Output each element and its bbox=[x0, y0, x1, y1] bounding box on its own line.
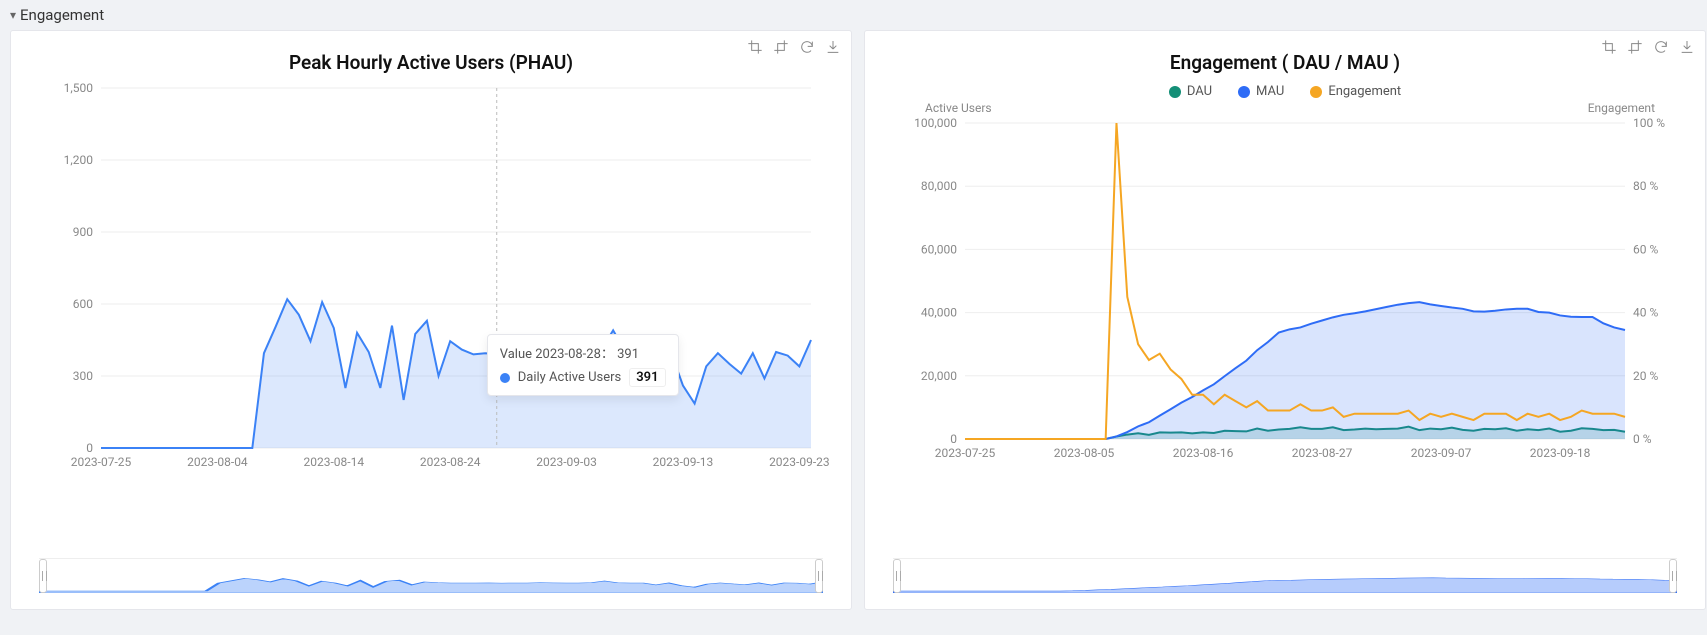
chart-legend: DAU MAU Engagement bbox=[865, 84, 1705, 99]
legend-dot-icon bbox=[1310, 86, 1322, 98]
legend-dot-icon bbox=[1169, 86, 1181, 98]
svg-text:2023-09-03: 2023-09-03 bbox=[536, 455, 597, 469]
svg-text:2023-08-14: 2023-08-14 bbox=[303, 455, 364, 469]
crop-icon[interactable] bbox=[747, 39, 763, 55]
svg-text:2023-08-27: 2023-08-27 bbox=[1292, 446, 1353, 460]
download-icon[interactable] bbox=[825, 39, 841, 55]
minimap-handle-right[interactable] bbox=[1669, 559, 1677, 593]
refresh-icon[interactable] bbox=[1653, 39, 1669, 55]
minimap-phau[interactable] bbox=[39, 558, 823, 593]
legend-item-dau[interactable]: DAU bbox=[1169, 84, 1212, 99]
dashboard-page: ▾ Engagement Peak Hourly Active Users (P… bbox=[0, 0, 1707, 635]
svg-text:60,000: 60,000 bbox=[921, 242, 957, 256]
svg-text:80,000: 80,000 bbox=[921, 179, 957, 193]
chart-phau-svg[interactable]: 0 300 600 900 1,200 1,500 2023-07-25 2023-08-04… bbox=[31, 78, 831, 478]
svg-text:2023-08-05: 2023-08-05 bbox=[1054, 446, 1115, 460]
minimap-handle-left[interactable] bbox=[893, 559, 901, 593]
legend-item-mau[interactable]: MAU bbox=[1238, 84, 1284, 99]
y-axis-right-title: Engagement bbox=[1588, 101, 1655, 115]
panel-title: Engagement ( DAU / MAU ) bbox=[865, 51, 1705, 74]
svg-text:300: 300 bbox=[73, 369, 93, 383]
svg-text:1,500: 1,500 bbox=[64, 81, 94, 95]
svg-text:600: 600 bbox=[73, 297, 93, 311]
svg-text:0: 0 bbox=[950, 432, 957, 446]
svg-text:20 %: 20 % bbox=[1633, 369, 1658, 383]
svg-text:100,000: 100,000 bbox=[914, 116, 957, 130]
crop-icon[interactable] bbox=[1601, 39, 1617, 55]
chevron-down-icon: ▾ bbox=[10, 8, 16, 22]
svg-text:20,000: 20,000 bbox=[921, 369, 957, 383]
panel-title: Peak Hourly Active Users (PHAU) bbox=[11, 51, 851, 74]
svg-text:2023-08-24: 2023-08-24 bbox=[420, 455, 481, 469]
reset-zoom-icon[interactable] bbox=[1627, 39, 1643, 55]
svg-text:900: 900 bbox=[73, 225, 93, 239]
section-title: Engagement bbox=[20, 6, 104, 24]
chart-area-engagement: Active Users Engagement 0 0 % 20,000 20 % 40… bbox=[865, 99, 1705, 544]
reset-zoom-icon[interactable] bbox=[773, 39, 789, 55]
panel-toolbar bbox=[747, 39, 841, 55]
svg-text:2023-09-23: 2023-09-23 bbox=[769, 455, 830, 469]
refresh-icon[interactable] bbox=[799, 39, 815, 55]
panel-engagement: Engagement ( DAU / MAU ) DAU MAU Engagem… bbox=[864, 30, 1706, 610]
y-axis-left-title: Active Users bbox=[925, 101, 992, 115]
panel-phau: Peak Hourly Active Users (PHAU) 0 300 600 9… bbox=[10, 30, 852, 610]
svg-text:0: 0 bbox=[86, 441, 93, 455]
svg-text:40 %: 40 % bbox=[1633, 306, 1658, 320]
svg-text:1,200: 1,200 bbox=[64, 153, 94, 167]
svg-text:60 %: 60 % bbox=[1633, 242, 1658, 256]
minimap-engagement[interactable] bbox=[893, 558, 1677, 593]
download-icon[interactable] bbox=[1679, 39, 1695, 55]
svg-text:2023-09-13: 2023-09-13 bbox=[653, 455, 714, 469]
svg-text:2023-07-25: 2023-07-25 bbox=[71, 455, 132, 469]
svg-text:2023-07-25: 2023-07-25 bbox=[935, 446, 996, 460]
minimap-handle-right[interactable] bbox=[815, 559, 823, 593]
svg-text:2023-09-07: 2023-09-07 bbox=[1411, 446, 1472, 460]
svg-text:2023-08-04: 2023-08-04 bbox=[187, 455, 248, 469]
svg-text:2023-08-16: 2023-08-16 bbox=[1173, 446, 1234, 460]
legend-dot-icon bbox=[1238, 86, 1250, 98]
minimap-handle-left[interactable] bbox=[39, 559, 47, 593]
panel-toolbar bbox=[1601, 39, 1695, 55]
svg-text:0 %: 0 % bbox=[1633, 432, 1652, 446]
svg-text:100 %: 100 % bbox=[1633, 116, 1665, 130]
svg-text:80 %: 80 % bbox=[1633, 179, 1658, 193]
chart-area-phau: 0 300 600 900 1,200 1,500 2023-07-25 2023-08-04… bbox=[11, 78, 851, 544]
svg-text:2023-09-18: 2023-09-18 bbox=[1530, 446, 1591, 460]
svg-text:40,000: 40,000 bbox=[921, 306, 957, 320]
legend-item-engagement[interactable]: Engagement bbox=[1310, 84, 1401, 99]
panels-row: Peak Hourly Active Users (PHAU) 0 300 600 9… bbox=[0, 30, 1707, 620]
chart-engagement-svg[interactable]: 0 0 % 20,000 20 % 40,000 40 % 60,000 60 % 80,000… bbox=[885, 99, 1685, 469]
section-header[interactable]: ▾ Engagement bbox=[0, 0, 1707, 30]
